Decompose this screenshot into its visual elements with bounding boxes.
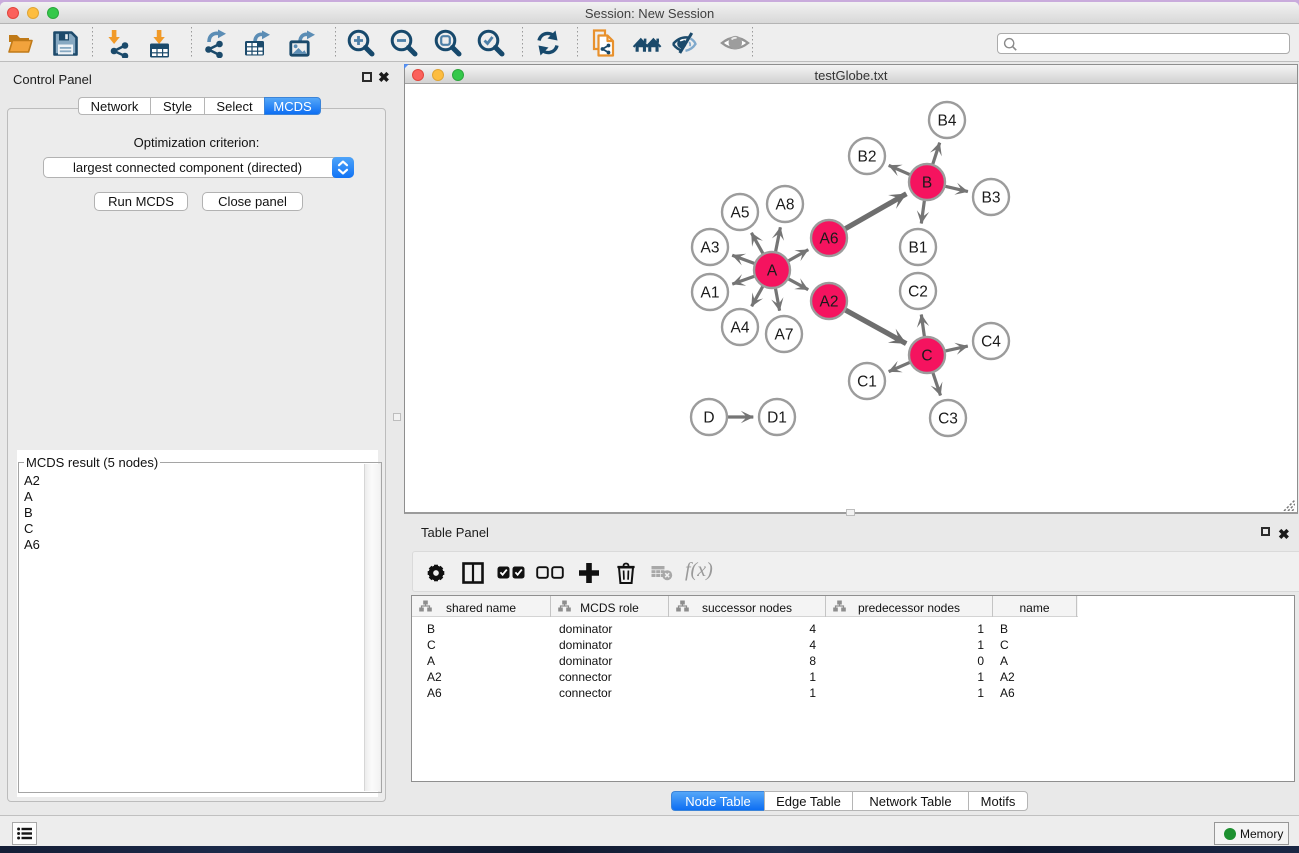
svg-text:C: C <box>921 348 932 365</box>
svg-text:C4: C4 <box>981 334 1001 351</box>
svg-text:A5: A5 <box>731 205 750 222</box>
svg-text:B2: B2 <box>858 149 877 166</box>
svg-text:B1: B1 <box>909 240 928 257</box>
svg-text:A6: A6 <box>820 231 839 248</box>
svg-text:B: B <box>922 175 932 192</box>
svg-text:A: A <box>767 263 778 280</box>
svg-text:A4: A4 <box>731 320 750 337</box>
svg-text:C2: C2 <box>908 284 928 301</box>
svg-text:D: D <box>703 410 714 427</box>
svg-text:B4: B4 <box>938 113 957 130</box>
svg-text:D1: D1 <box>767 410 787 427</box>
svg-text:C1: C1 <box>857 374 877 391</box>
svg-text:C3: C3 <box>938 411 958 428</box>
svg-text:A1: A1 <box>701 285 720 302</box>
svg-text:A8: A8 <box>776 197 795 214</box>
svg-text:A7: A7 <box>775 327 794 344</box>
svg-text:A2: A2 <box>820 294 839 311</box>
svg-text:B3: B3 <box>982 190 1001 207</box>
svg-text:A3: A3 <box>701 240 720 257</box>
